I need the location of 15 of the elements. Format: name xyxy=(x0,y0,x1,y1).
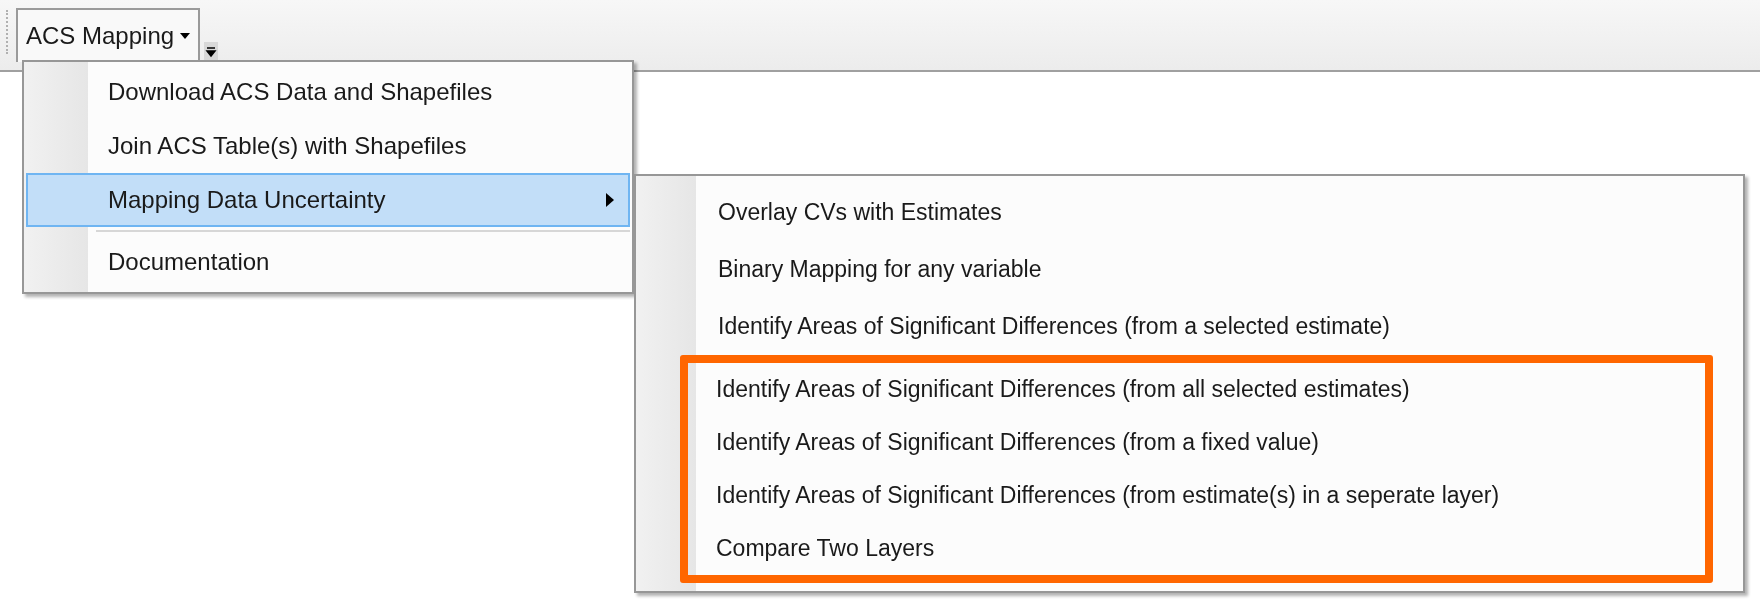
menu-item[interactable]: Mapping Data Uncertainty xyxy=(26,173,630,227)
menu-item[interactable]: Documentation xyxy=(26,235,630,289)
submenu-item[interactable]: Compare Two Layers xyxy=(688,522,1705,575)
menu-item[interactable]: Download ACS Data and Shapefiles xyxy=(26,65,630,119)
caret-icon xyxy=(180,33,191,39)
acs-mapping-menu-button[interactable]: ACS Mapping xyxy=(16,8,201,62)
menu-item[interactable]: Join ACS Table(s) with Shapefiles xyxy=(26,119,630,173)
submenu-item[interactable]: Identify Areas of Significant Differences (from a selected estimate) xyxy=(636,298,1743,355)
submenu-item[interactable]: Identify Areas of Significant Differences (from a fixed value) xyxy=(688,416,1705,469)
submenu-item[interactable]: Identify Areas of Significant Differences (from estimate(s) in a seperate layer) xyxy=(688,469,1705,522)
submenu-item[interactable]: Binary Mapping for any variable xyxy=(636,241,1743,298)
overflow-icon xyxy=(204,42,219,60)
submenu-item[interactable]: Overlay CVs with Estimates xyxy=(636,184,1743,241)
submenu-arrow-icon xyxy=(606,193,614,207)
submenu-item[interactable]: Identify Areas of Significant Differences (from all selected estimates) xyxy=(688,363,1705,416)
